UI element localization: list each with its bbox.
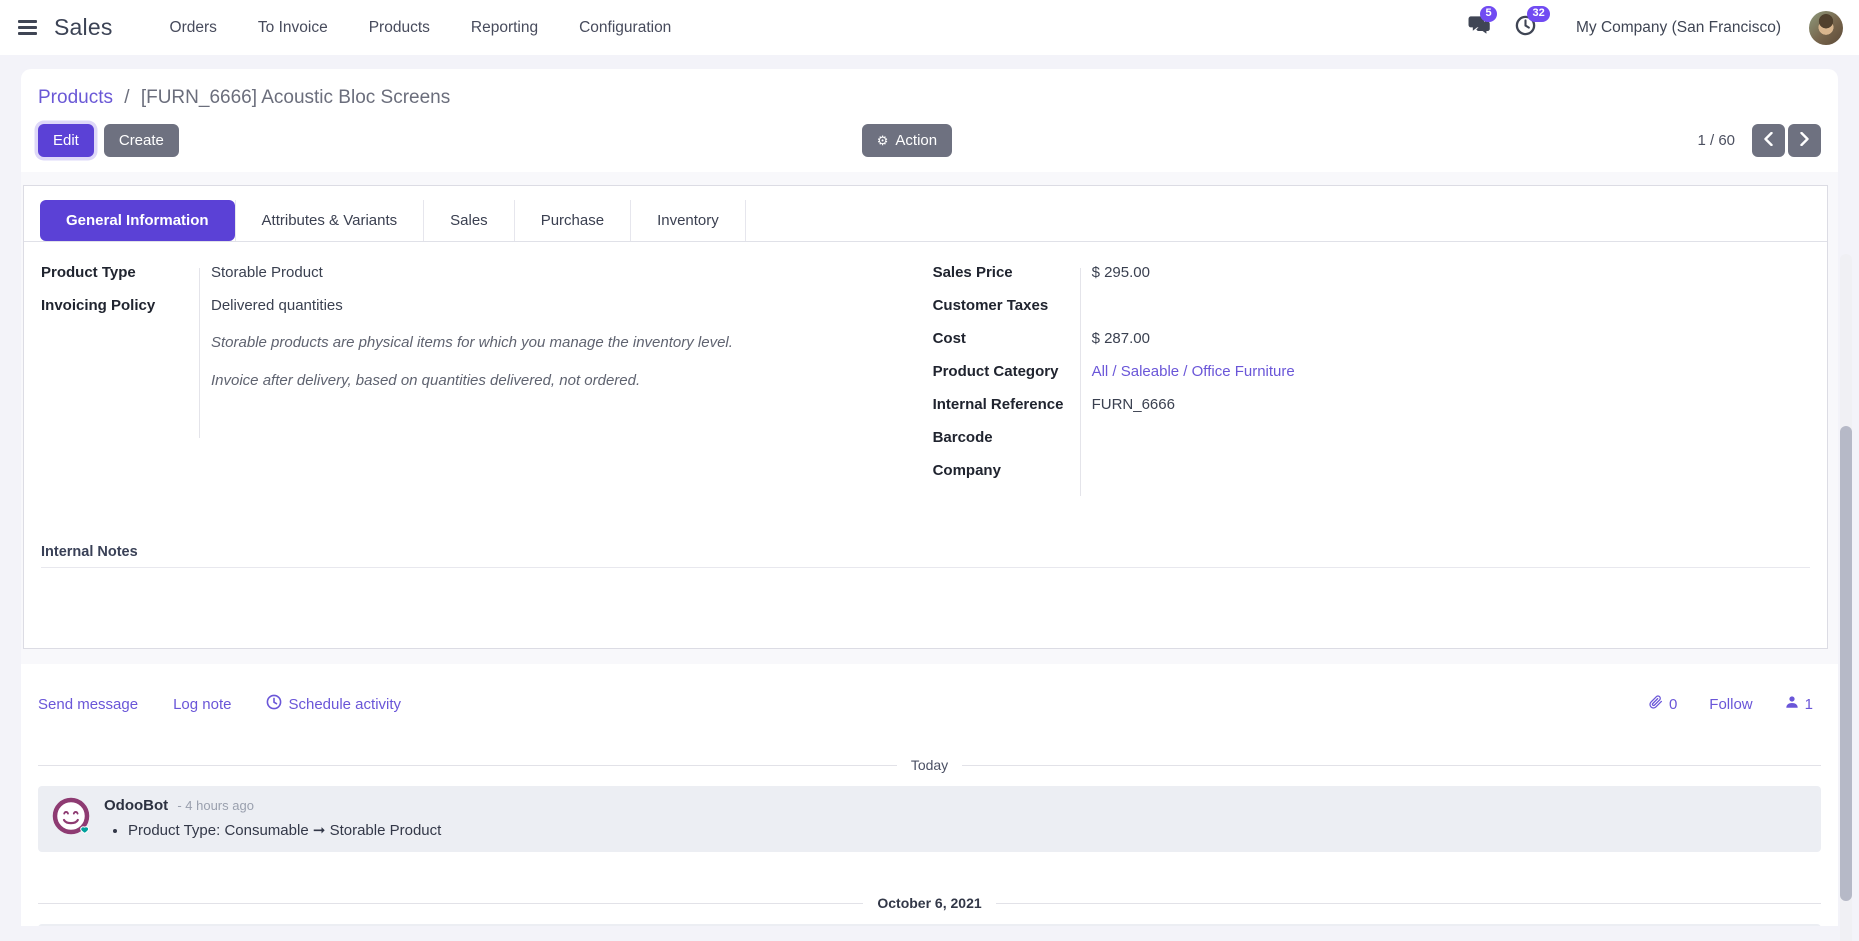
form-view-card: Products / [FURN_6666] Acoustic Bloc Scr… bbox=[21, 69, 1838, 926]
attachments-button[interactable]: 0 bbox=[1648, 694, 1677, 714]
activities-button[interactable]: 32 bbox=[1515, 15, 1536, 41]
field-sales-price: Sales Price $ 295.00 bbox=[933, 264, 1810, 297]
pager: 1 / 60 bbox=[1697, 124, 1821, 157]
help-text: Storable products are physical items for… bbox=[199, 334, 872, 351]
top-navbar: Sales Orders To Invoice Products Reporti… bbox=[0, 0, 1859, 55]
control-panel: Products / [FURN_6666] Acoustic Bloc Scr… bbox=[21, 69, 1838, 172]
chatter: Send message Log note Schedule activity bbox=[21, 664, 1838, 926]
chevron-right-icon bbox=[1799, 132, 1810, 149]
activities-badge: 32 bbox=[1527, 6, 1550, 22]
field-cost: Cost $ 287.00 bbox=[933, 330, 1810, 363]
product-category-link[interactable]: All / Saleable / Office Furniture bbox=[1092, 363, 1295, 380]
navbar-systray: 5 32 My Company (San Francisco) bbox=[1468, 11, 1843, 45]
field-label: Sales Price bbox=[933, 264, 1080, 281]
followers-count: 1 bbox=[1805, 696, 1813, 713]
field-label: Product Category bbox=[933, 363, 1080, 380]
field-value[interactable]: Delivered quantities bbox=[199, 297, 872, 314]
form-sheet-background: General Information Attributes & Variant… bbox=[21, 172, 1838, 664]
tab-general-information[interactable]: General Information bbox=[40, 200, 235, 241]
apps-menu-icon[interactable] bbox=[16, 13, 39, 43]
field-label: Invoicing Policy bbox=[41, 297, 199, 314]
internal-notes-label[interactable]: Internal Notes bbox=[41, 544, 1810, 568]
gear-icon: ⚙ bbox=[877, 134, 889, 147]
general-information-panel: Product Type Storable Product Invoicing … bbox=[24, 242, 1827, 495]
main-menu: Orders To Invoice Products Reporting Con… bbox=[170, 13, 672, 43]
paperclip-icon bbox=[1648, 694, 1663, 714]
breadcrumb-separator: / bbox=[124, 87, 129, 108]
person-icon bbox=[1785, 695, 1799, 713]
field-label: Cost bbox=[933, 330, 1080, 347]
messages-button[interactable]: 5 bbox=[1468, 15, 1491, 41]
app-name[interactable]: Sales bbox=[54, 14, 113, 41]
chatter-message[interactable]: OdooBot - 16 days ago Product Template c… bbox=[38, 924, 1821, 926]
schedule-clock-icon bbox=[266, 694, 282, 714]
nav-item-products[interactable]: Products bbox=[369, 13, 430, 43]
tab-inventory[interactable]: Inventory bbox=[631, 200, 746, 241]
field-value[interactable]: Storable Product bbox=[199, 264, 872, 281]
nav-item-configuration[interactable]: Configuration bbox=[579, 13, 671, 43]
scrollbar-thumb[interactable] bbox=[1840, 426, 1852, 901]
vertical-scrollbar[interactable] bbox=[1840, 254, 1852, 941]
messages-badge: 5 bbox=[1480, 6, 1497, 22]
field-value[interactable]: $ 295.00 bbox=[1080, 264, 1810, 281]
breadcrumb-products-link[interactable]: Products bbox=[38, 87, 113, 108]
edit-button[interactable]: Edit bbox=[38, 124, 94, 157]
create-button[interactable]: Create bbox=[104, 124, 179, 157]
message-timestamp: - 4 hours ago bbox=[177, 798, 254, 813]
date-divider-today: Today bbox=[38, 757, 1821, 773]
pager-counter: 1 / 60 bbox=[1697, 132, 1735, 149]
field-invoicing-policy: Invoicing Policy Delivered quantities bbox=[41, 297, 872, 330]
schedule-activity-button[interactable]: Schedule activity bbox=[266, 694, 401, 714]
message-body: Product Type: Consumable ➞ Storable Prod… bbox=[128, 821, 1805, 839]
tab-attributes-variants[interactable]: Attributes & Variants bbox=[235, 200, 425, 241]
field-company: Company bbox=[933, 462, 1810, 495]
schedule-activity-label: Schedule activity bbox=[288, 696, 401, 713]
field-product-category: Product Category All / Saleable / Office… bbox=[933, 363, 1810, 396]
nav-item-reporting[interactable]: Reporting bbox=[471, 13, 538, 43]
tab-sales[interactable]: Sales bbox=[424, 200, 515, 241]
internal-notes-section: Internal Notes bbox=[24, 544, 1827, 568]
pager-previous-button[interactable] bbox=[1752, 124, 1785, 157]
notebook-tabs: General Information Attributes & Variant… bbox=[24, 186, 1827, 242]
page-title: [FURN_6666] Acoustic Bloc Screens bbox=[141, 87, 450, 108]
follow-button[interactable]: Follow bbox=[1709, 696, 1752, 713]
product-type-help: Storable products are physical items for… bbox=[41, 334, 872, 372]
send-message-button[interactable]: Send message bbox=[38, 696, 138, 713]
action-menu-button[interactable]: ⚙ Action bbox=[862, 124, 952, 157]
page-body: Products / [FURN_6666] Acoustic Bloc Scr… bbox=[0, 69, 1859, 926]
log-note-button[interactable]: Log note bbox=[173, 696, 231, 713]
pager-next-button[interactable] bbox=[1788, 124, 1821, 157]
user-avatar[interactable] bbox=[1809, 11, 1843, 45]
field-internal-reference: Internal Reference FURN_6666 bbox=[933, 396, 1810, 429]
nav-item-to-invoice[interactable]: To Invoice bbox=[258, 13, 328, 43]
invoicing-policy-help: Invoice after delivery, based on quantit… bbox=[41, 372, 872, 410]
field-product-type: Product Type Storable Product bbox=[41, 264, 872, 297]
followers-button[interactable]: 1 bbox=[1785, 695, 1813, 713]
date-divider-october: October 6, 2021 bbox=[38, 895, 1821, 911]
message-author[interactable]: OdooBot bbox=[104, 797, 168, 814]
company-switcher[interactable]: My Company (San Francisco) bbox=[1576, 19, 1781, 37]
action-button-label: Action bbox=[895, 132, 937, 149]
help-text: Invoice after delivery, based on quantit… bbox=[199, 372, 872, 389]
odoobot-avatar bbox=[51, 795, 95, 841]
field-label: Internal Reference bbox=[933, 396, 1080, 413]
chatter-message[interactable]: OdooBot - 4 hours ago Product Type: Cons… bbox=[38, 786, 1821, 852]
field-label: Company bbox=[933, 462, 1080, 479]
attachments-count: 0 bbox=[1669, 696, 1677, 713]
field-value[interactable]: FURN_6666 bbox=[1080, 396, 1810, 413]
field-label: Product Type bbox=[41, 264, 199, 281]
field-value[interactable]: $ 287.00 bbox=[1080, 330, 1810, 347]
nav-item-orders[interactable]: Orders bbox=[170, 13, 217, 43]
field-customer-taxes: Customer Taxes bbox=[933, 297, 1810, 330]
breadcrumb: Products / [FURN_6666] Acoustic Bloc Scr… bbox=[38, 87, 1821, 109]
chevron-left-icon bbox=[1763, 132, 1774, 149]
field-label: Barcode bbox=[933, 429, 1080, 446]
form-sheet: General Information Attributes & Variant… bbox=[23, 185, 1828, 649]
tab-purchase[interactable]: Purchase bbox=[515, 200, 631, 241]
field-label: Customer Taxes bbox=[933, 297, 1080, 314]
field-barcode: Barcode bbox=[933, 429, 1810, 462]
